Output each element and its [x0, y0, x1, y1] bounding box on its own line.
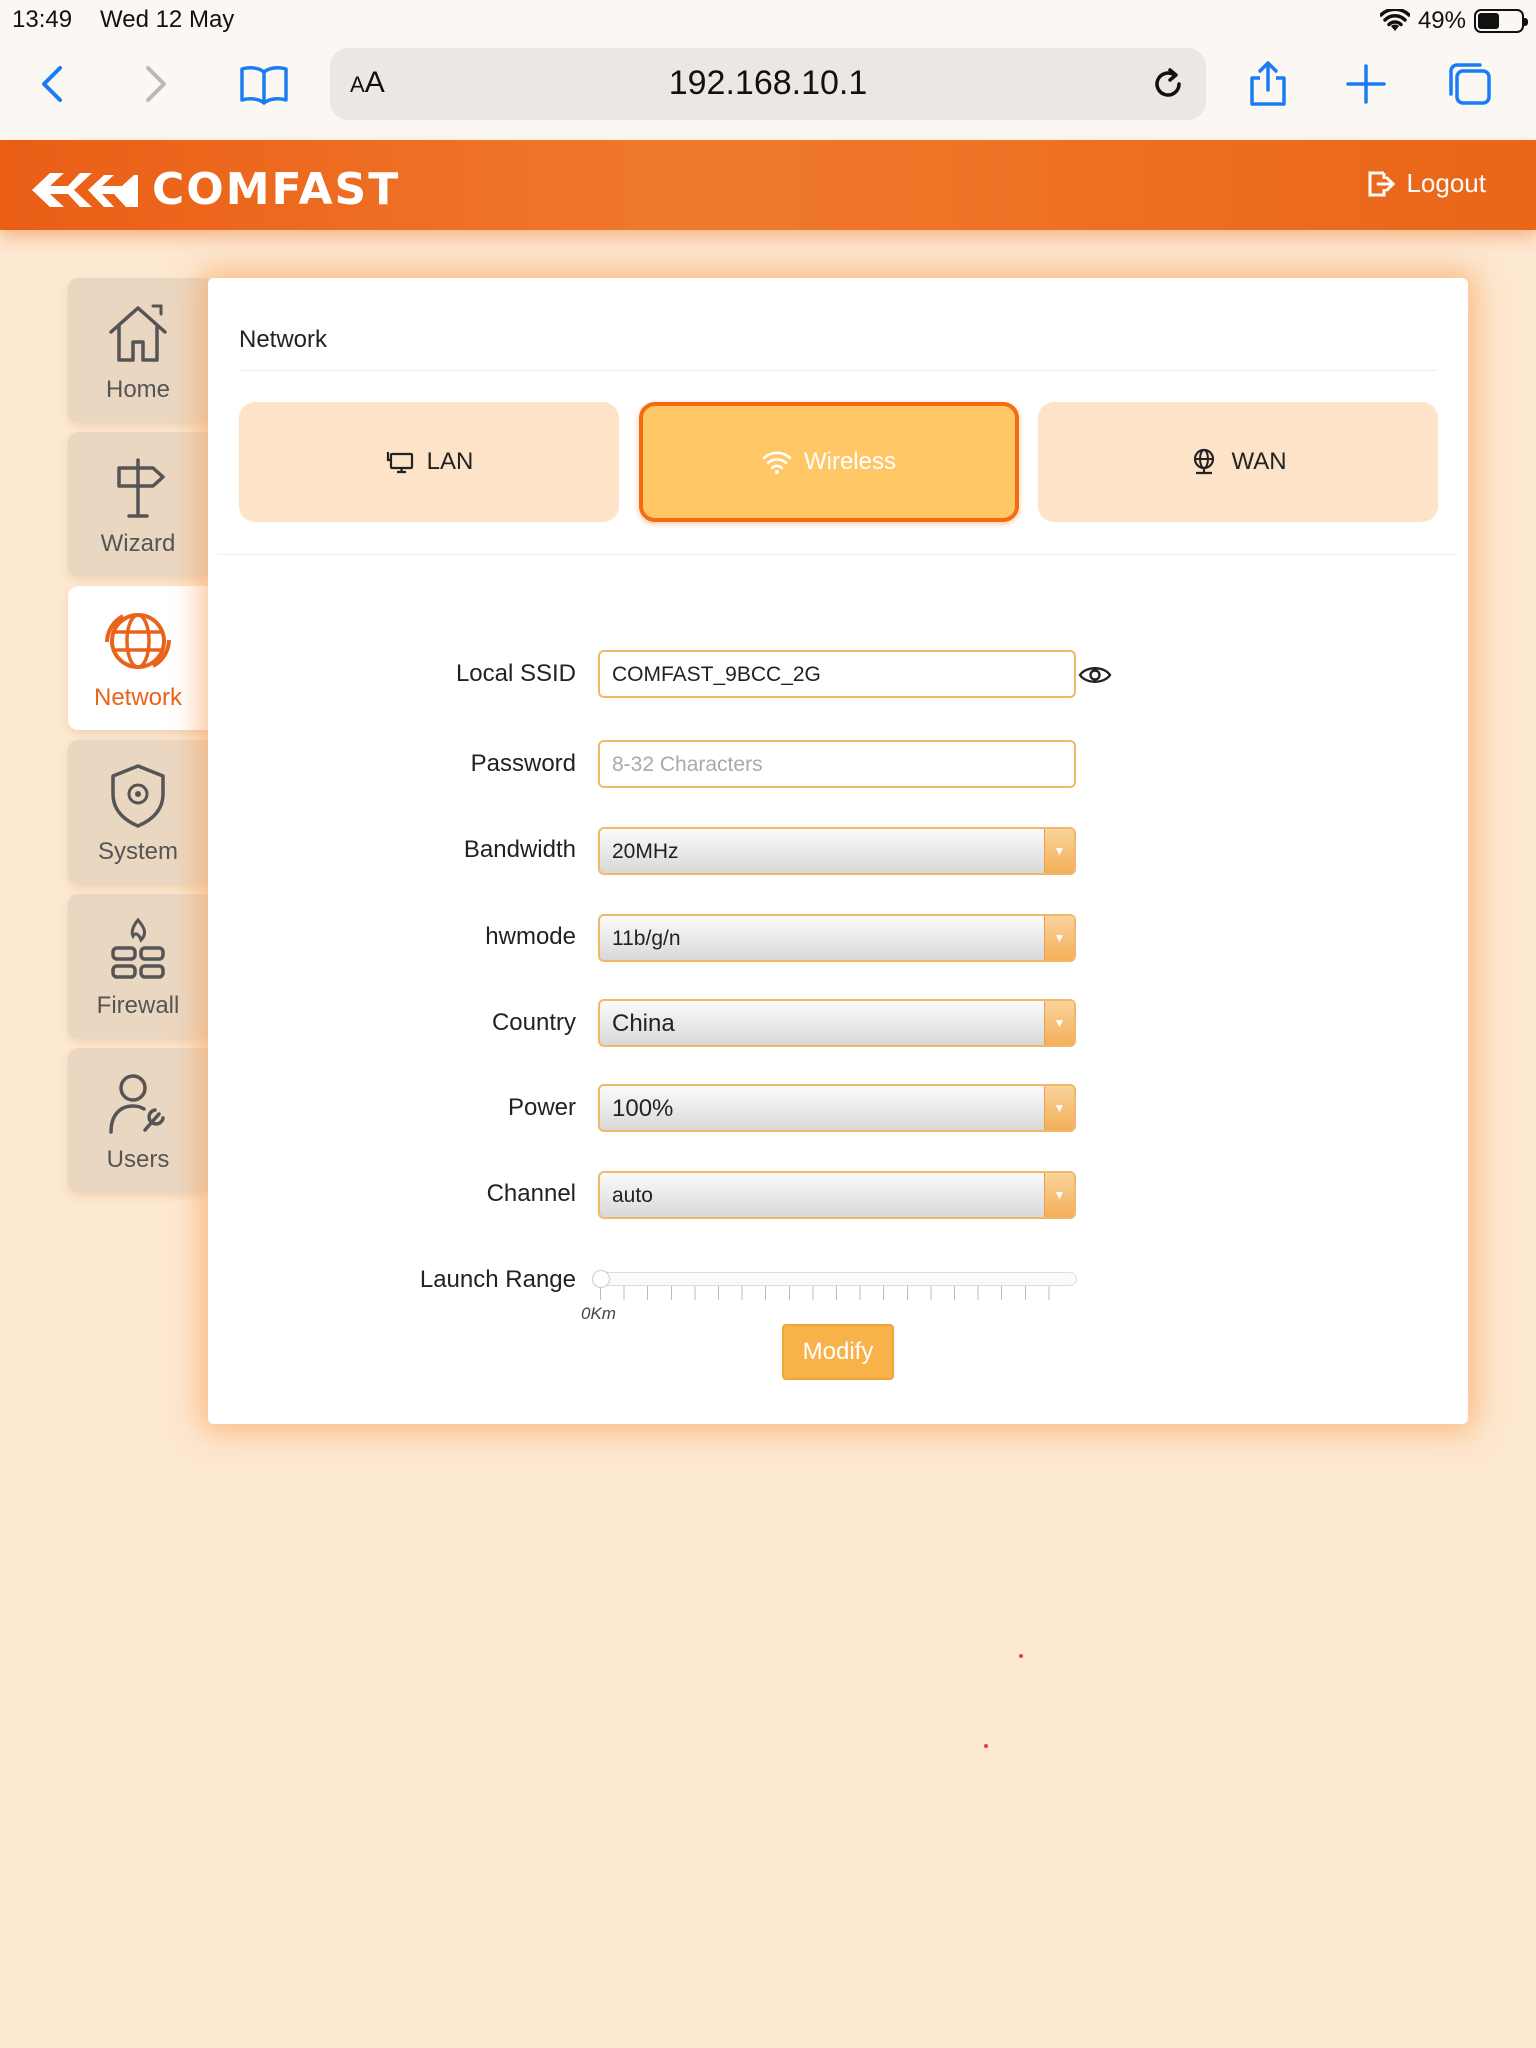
battery-icon — [1474, 9, 1528, 33]
tab-label: LAN — [426, 448, 474, 475]
sidebar-item-network[interactable]: Network — [68, 586, 208, 730]
modify-button[interactable]: Modify — [782, 1324, 894, 1380]
sidebar-item-label: Network — [93, 684, 183, 711]
brand-logo: COMFAST — [30, 168, 400, 212]
chevron-down-icon: ▼ — [1044, 829, 1074, 873]
sidebar-item-users[interactable]: Users — [68, 1048, 208, 1192]
hwmode-select[interactable]: 11b/g/n ▼ — [598, 914, 1076, 962]
sidebar-item-wizard[interactable]: Wizard — [68, 432, 208, 576]
divider — [218, 554, 1458, 555]
browser-chrome: 13:49 Wed 12 May 49% AA 192.168.10.1 — [0, 0, 1536, 140]
new-tab-button[interactable] — [1334, 52, 1398, 116]
reload-icon[interactable] — [1146, 62, 1190, 106]
sidebar-item-firewall[interactable]: Firewall — [68, 894, 208, 1038]
select-value: auto — [612, 1184, 653, 1207]
tab-lan[interactable]: LAN — [239, 402, 619, 522]
lan-icon — [386, 452, 413, 474]
chevron-down-icon: ▼ — [1044, 1086, 1074, 1130]
forward-button[interactable] — [122, 52, 186, 116]
status-time: 13:49 — [12, 6, 73, 33]
ssid-label: Local SSID — [455, 660, 576, 687]
artifact-dot — [1019, 1654, 1023, 1658]
bandwidth-select[interactable]: 20MHz ▼ — [598, 827, 1076, 875]
slider-ticks — [600, 1286, 1072, 1300]
back-button[interactable] — [22, 52, 86, 116]
tab-wireless[interactable]: Wireless — [639, 402, 1019, 522]
logout-button[interactable]: Logout — [1366, 168, 1486, 199]
power-label: Power — [507, 1094, 576, 1121]
hwmode-label: hwmode — [485, 923, 576, 950]
tab-label: WAN — [1231, 448, 1287, 475]
bandwidth-label: Bandwidth — [463, 836, 576, 863]
password-label: Password — [470, 750, 576, 777]
chevron-down-icon: ▼ — [1044, 1001, 1074, 1045]
sidebar-item-system[interactable]: System — [68, 740, 208, 884]
firewall-icon — [111, 917, 165, 979]
share-button[interactable] — [1236, 52, 1300, 116]
status-right: 49% — [1379, 6, 1528, 36]
globe-icon — [1194, 448, 1215, 475]
eye-icon[interactable] — [1078, 660, 1112, 690]
sidebar-item-label: Firewall — [96, 992, 180, 1019]
ssid-input[interactable]: COMFAST_9BCC_2G — [598, 650, 1076, 698]
sidebar-item-label: System — [97, 838, 178, 865]
wifi-icon — [762, 451, 792, 474]
signpost-icon — [117, 458, 165, 518]
chevron-left-icon — [42, 66, 62, 102]
tab-label: Wireless — [803, 448, 896, 475]
channel-select[interactable]: auto ▼ — [598, 1171, 1076, 1219]
power-select[interactable]: 100% ▼ — [598, 1084, 1076, 1132]
share-icon — [1250, 61, 1286, 106]
status-date: Wed 12 May — [100, 6, 235, 33]
slider-min-label: 0Km — [581, 1304, 616, 1323]
url-text: 192.168.10.1 — [668, 64, 868, 102]
select-value: 11b/g/n — [612, 927, 681, 950]
select-value: China — [612, 1010, 675, 1037]
brand-name: COMFAST — [152, 164, 401, 215]
shield-gear-icon — [111, 764, 165, 828]
divider — [239, 370, 1437, 371]
select-value: 100% — [612, 1095, 674, 1122]
country-select[interactable]: China ▼ — [598, 999, 1076, 1047]
user-wrench-icon — [109, 1074, 165, 1134]
bookmarks-button[interactable] — [232, 52, 296, 116]
launch-range-label: Launch Range — [419, 1266, 576, 1293]
battery-fill — [1478, 13, 1499, 29]
globe-sync-icon — [105, 613, 171, 669]
tabs-button[interactable] — [1438, 52, 1502, 116]
plus-icon — [1346, 64, 1386, 104]
logout-label: Logout — [1406, 168, 1486, 198]
tab-wan[interactable]: WAN — [1038, 402, 1438, 522]
channel-label: Channel — [486, 1180, 576, 1207]
comfast-logo-icon — [32, 173, 138, 207]
sidebar-item-home[interactable]: Home — [68, 278, 208, 422]
slider-handle[interactable] — [592, 1270, 610, 1288]
country-label: Country — [491, 1009, 576, 1036]
chevron-down-icon: ▼ — [1044, 1173, 1074, 1217]
chevron-down-icon: ▼ — [1044, 916, 1074, 960]
address-bar[interactable]: AA 192.168.10.1 — [330, 48, 1206, 120]
wifi-status-icon — [1379, 9, 1410, 31]
sidebar-item-label: Wizard — [100, 530, 176, 557]
launch-range-slider[interactable] — [593, 1272, 1077, 1286]
page-title: Network — [239, 326, 328, 353]
chevron-right-icon — [146, 66, 166, 102]
logout-icon — [1368, 171, 1396, 196]
app-header: COMFAST Logout — [0, 140, 1536, 230]
select-value: 20MHz — [612, 840, 679, 863]
battery-percent: 49% — [1417, 7, 1466, 34]
sidebar-item-label: Home — [105, 376, 171, 403]
password-field[interactable]: 8-32 Characters — [598, 740, 1076, 788]
book-icon — [240, 66, 288, 105]
tabs-icon — [1449, 63, 1491, 105]
sidebar-item-label: Users — [106, 1146, 170, 1173]
network-panel: Network LAN Wireless WAN Local SSID COMF… — [208, 278, 1468, 1424]
artifact-dot — [984, 1744, 988, 1748]
home-icon — [109, 304, 167, 362]
